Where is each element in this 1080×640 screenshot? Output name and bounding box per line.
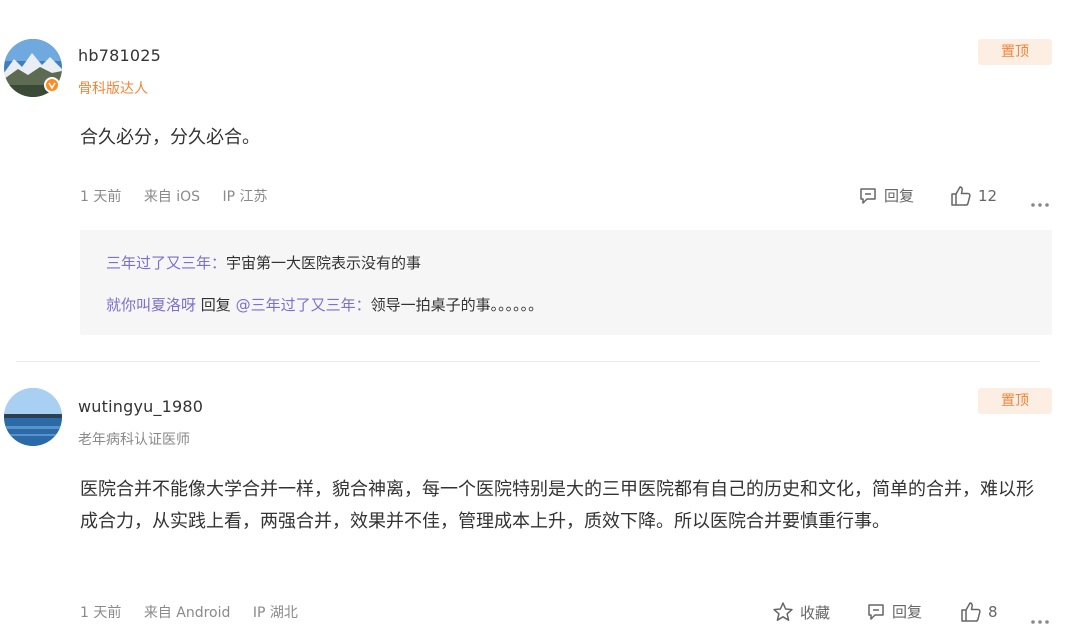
comment-ip: IP 湖北 xyxy=(252,605,298,621)
like-count: 8 xyxy=(988,603,998,621)
comment-item: wutingyu_1980 老年病科认证医师 置顶 医院合并不能像大学合并一样，… xyxy=(0,0,1080,640)
reply-label: 回复 xyxy=(892,603,923,621)
favorite-label: 收藏 xyxy=(800,603,831,622)
favorite-button[interactable]: 收藏 xyxy=(772,601,830,623)
reply-button[interactable]: 回复 xyxy=(866,601,922,622)
star-icon xyxy=(773,602,793,621)
pinned-badge: 置顶 xyxy=(978,388,1052,414)
thumbs-up-icon xyxy=(961,602,981,622)
avatar[interactable] xyxy=(4,388,62,446)
more-dots-icon[interactable] xyxy=(1030,610,1050,624)
like-button[interactable]: 8 xyxy=(960,601,998,623)
comment-content: 医院合并不能像大学合并一样，貌合神离，每一个医院特别是大的三甲医院都有自己的历史… xyxy=(80,479,1034,532)
user-title: 老年病科认证医师 xyxy=(78,432,190,448)
comment-icon xyxy=(868,603,884,620)
comment-meta: 1 天前 来自 Android IP 湖北 xyxy=(80,602,316,622)
comment-source: 来自 Android xyxy=(143,605,231,621)
username[interactable]: wutingyu_1980 xyxy=(78,397,203,416)
comment-time: 1 天前 xyxy=(80,605,122,621)
